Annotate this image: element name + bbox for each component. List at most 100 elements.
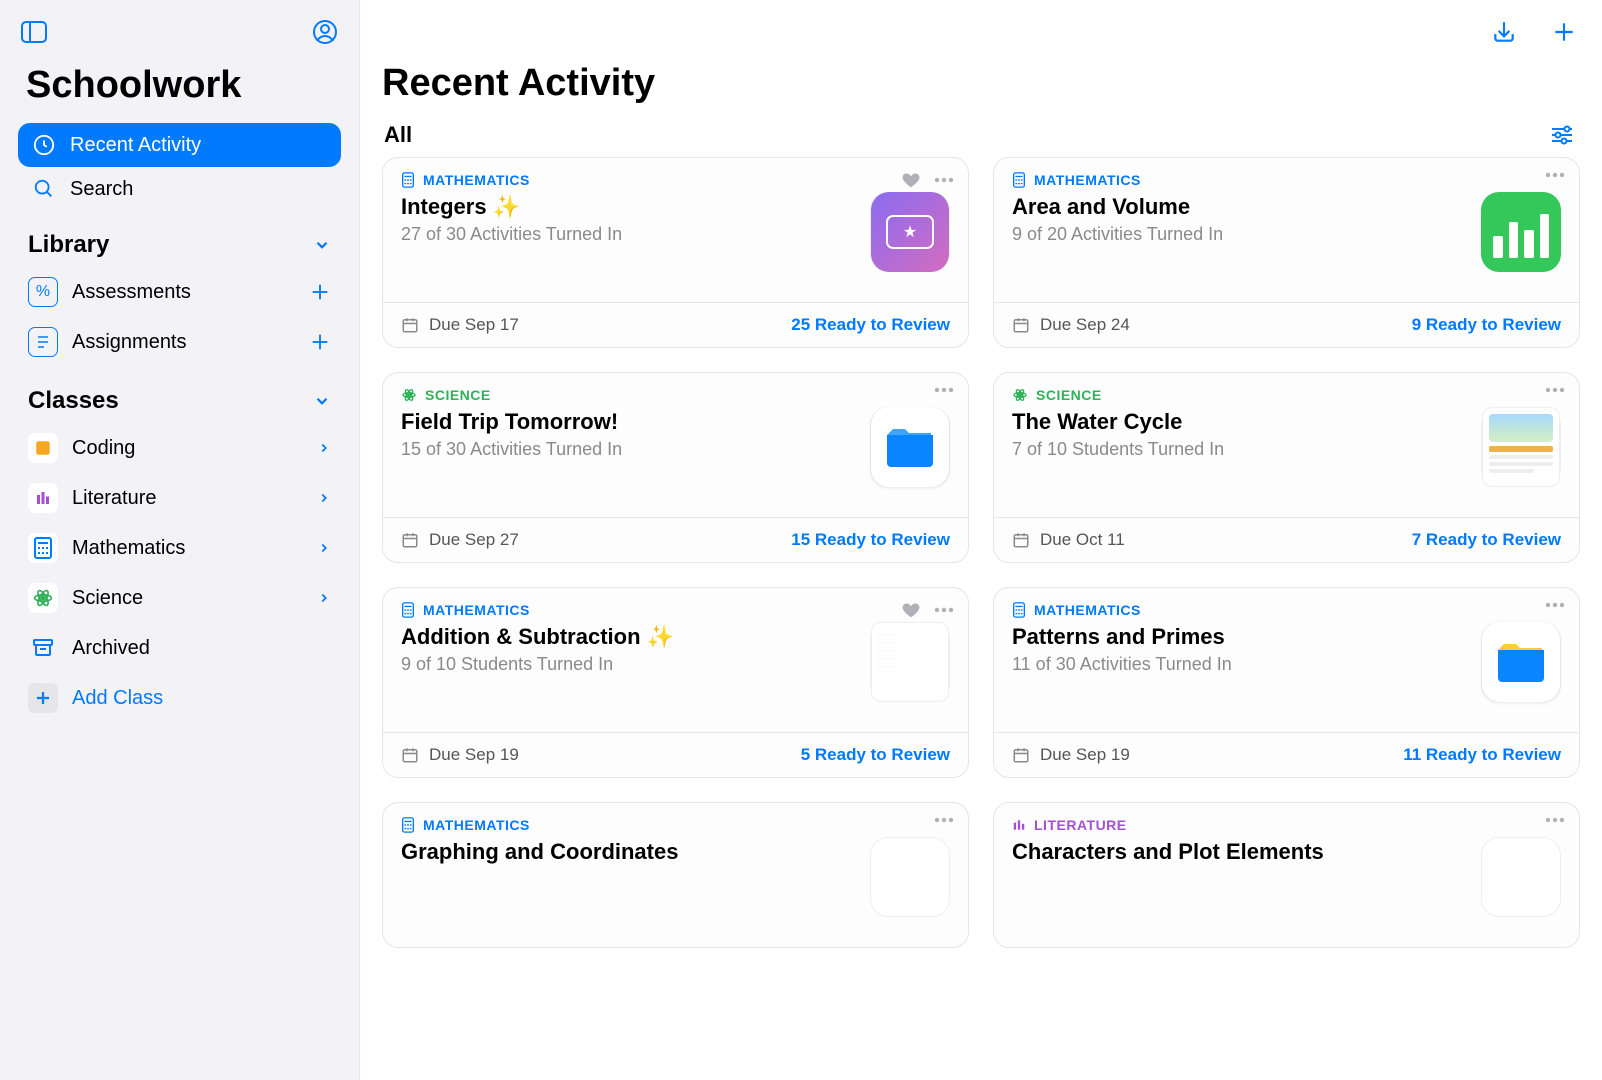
row-label: Add Class <box>72 687 163 710</box>
more-icon[interactable] <box>1545 172 1565 178</box>
row-label: Science <box>72 587 143 610</box>
due-text: Due Sep 19 <box>1040 745 1130 765</box>
archive-icon <box>28 633 58 663</box>
activity-card[interactable]: MATHEMATICS Patterns and Primes 11 of 30… <box>993 587 1580 778</box>
new-button[interactable] <box>1548 16 1580 48</box>
subject-label: SCIENCE <box>425 387 491 403</box>
classes-header[interactable]: Classes <box>18 367 341 423</box>
section-label: Library <box>28 231 109 259</box>
sidebar: Schoolwork Recent Activity Search Librar… <box>0 0 360 1080</box>
class-literature[interactable]: Literature <box>18 473 341 523</box>
filter-bar: All <box>382 119 1580 157</box>
sidebar-toggle-icon[interactable] <box>18 16 50 48</box>
due-text: Due Oct 11 <box>1040 530 1125 550</box>
more-icon[interactable] <box>934 177 954 183</box>
nav-search[interactable]: Search <box>18 167 341 211</box>
due-date: Due Sep 27 <box>401 530 519 550</box>
more-icon[interactable] <box>934 387 954 393</box>
review-link[interactable]: 15 Ready to Review <box>791 530 950 550</box>
card-subject: MATHEMATICS <box>1012 172 1471 188</box>
chevron-right-icon <box>317 489 331 507</box>
section-label: Classes <box>28 387 119 415</box>
row-label: Literature <box>72 487 157 510</box>
more-icon[interactable] <box>934 607 954 613</box>
library-assessments[interactable]: % Assessments <box>18 267 341 317</box>
activity-card[interactable]: MATHEMATICS Integers ✨ 27 of 30 Activiti… <box>382 157 969 348</box>
class-coding[interactable]: Coding <box>18 423 341 473</box>
card-thumbnail <box>870 837 950 917</box>
more-icon[interactable] <box>1545 817 1565 823</box>
card-title: Characters and Plot Elements <box>1012 839 1471 865</box>
class-icon <box>28 483 58 513</box>
class-icon <box>28 583 58 613</box>
filter-label[interactable]: All <box>384 122 412 148</box>
add-assessment-button[interactable] <box>309 281 331 303</box>
chevron-right-icon <box>317 589 331 607</box>
card-thumbnail <box>1481 407 1561 487</box>
card-thumbnail <box>870 407 950 487</box>
more-icon[interactable] <box>1545 387 1565 393</box>
heart-icon[interactable] <box>902 172 920 188</box>
subject-icon <box>1012 387 1028 403</box>
library-header[interactable]: Library <box>18 211 341 267</box>
review-link[interactable]: 9 Ready to Review <box>1412 315 1561 335</box>
due-date: Due Sep 19 <box>1012 745 1130 765</box>
library-assignments[interactable]: Assignments <box>18 317 341 367</box>
classes-archived[interactable]: Archived <box>18 623 341 673</box>
class-science[interactable]: Science <box>18 573 341 623</box>
subject-icon <box>1012 818 1026 832</box>
class-mathematics[interactable]: Mathematics <box>18 523 341 573</box>
review-link[interactable]: 11 Ready to Review <box>1403 745 1561 765</box>
card-subtitle: 27 of 30 Activities Turned In <box>401 224 860 245</box>
main-topbar <box>382 12 1580 52</box>
activity-card[interactable]: MATHEMATICS Area and Volume 9 of 20 Acti… <box>993 157 1580 348</box>
calendar-icon <box>401 531 419 549</box>
row-label: Archived <box>72 637 150 660</box>
clock-icon <box>32 133 56 157</box>
calendar-icon <box>1012 746 1030 764</box>
account-icon[interactable] <box>309 16 341 48</box>
nav-recent-activity[interactable]: Recent Activity <box>18 123 341 167</box>
chevron-right-icon <box>317 539 331 557</box>
review-link[interactable]: 25 Ready to Review <box>791 315 950 335</box>
filter-settings-icon[interactable] <box>1546 119 1578 151</box>
card-title: Area and Volume <box>1012 194 1471 220</box>
more-icon[interactable] <box>934 817 954 823</box>
subject-icon <box>1012 172 1026 188</box>
review-link[interactable]: 7 Ready to Review <box>1412 530 1561 550</box>
card-footer: Due Sep 19 11 Ready to Review <box>994 732 1579 777</box>
heart-icon[interactable] <box>902 602 920 618</box>
card-subject: MATHEMATICS <box>401 602 860 618</box>
activity-card[interactable]: MATHEMATICS Addition & Subtraction ✨ 9 o… <box>382 587 969 778</box>
subject-label: MATHEMATICS <box>423 602 530 618</box>
card-subject: SCIENCE <box>401 387 860 403</box>
card-thumbnail <box>1481 837 1561 917</box>
card-title: Addition & Subtraction ✨ <box>401 624 860 650</box>
more-icon[interactable] <box>1545 602 1565 608</box>
row-label: Assignments <box>72 331 187 354</box>
card-footer: Due Sep 19 5 Ready to Review <box>383 732 968 777</box>
activity-card[interactable]: SCIENCE The Water Cycle 7 of 10 Students… <box>993 372 1580 563</box>
subject-label: LITERATURE <box>1034 817 1127 833</box>
card-subtitle: 7 of 10 Students Turned In <box>1012 439 1471 460</box>
search-icon <box>32 177 56 201</box>
review-link[interactable]: 5 Ready to Review <box>801 745 950 765</box>
download-button[interactable] <box>1488 16 1520 48</box>
subject-label: MATHEMATICS <box>423 817 530 833</box>
card-footer: Due Sep 24 9 Ready to Review <box>994 302 1579 347</box>
activity-card[interactable]: LITERATURE Characters and Plot Elements <box>993 802 1580 948</box>
add-assignment-button[interactable] <box>309 331 331 353</box>
card-subject: MATHEMATICS <box>401 172 860 188</box>
card-thumbnail <box>1481 192 1561 272</box>
card-title: The Water Cycle <box>1012 409 1471 435</box>
add-class-button[interactable]: Add Class <box>18 673 341 723</box>
subject-icon <box>401 172 415 188</box>
subject-label: MATHEMATICS <box>1034 602 1141 618</box>
due-date: Due Sep 24 <box>1012 315 1130 335</box>
due-date: Due Sep 17 <box>401 315 519 335</box>
activity-card[interactable]: SCIENCE Field Trip Tomorrow! 15 of 30 Ac… <box>382 372 969 563</box>
card-subtitle: 15 of 30 Activities Turned In <box>401 439 860 460</box>
subject-label: MATHEMATICS <box>1034 172 1141 188</box>
activity-card[interactable]: MATHEMATICS Graphing and Coordinates <box>382 802 969 948</box>
card-subtitle: 11 of 30 Activities Turned In <box>1012 654 1471 675</box>
